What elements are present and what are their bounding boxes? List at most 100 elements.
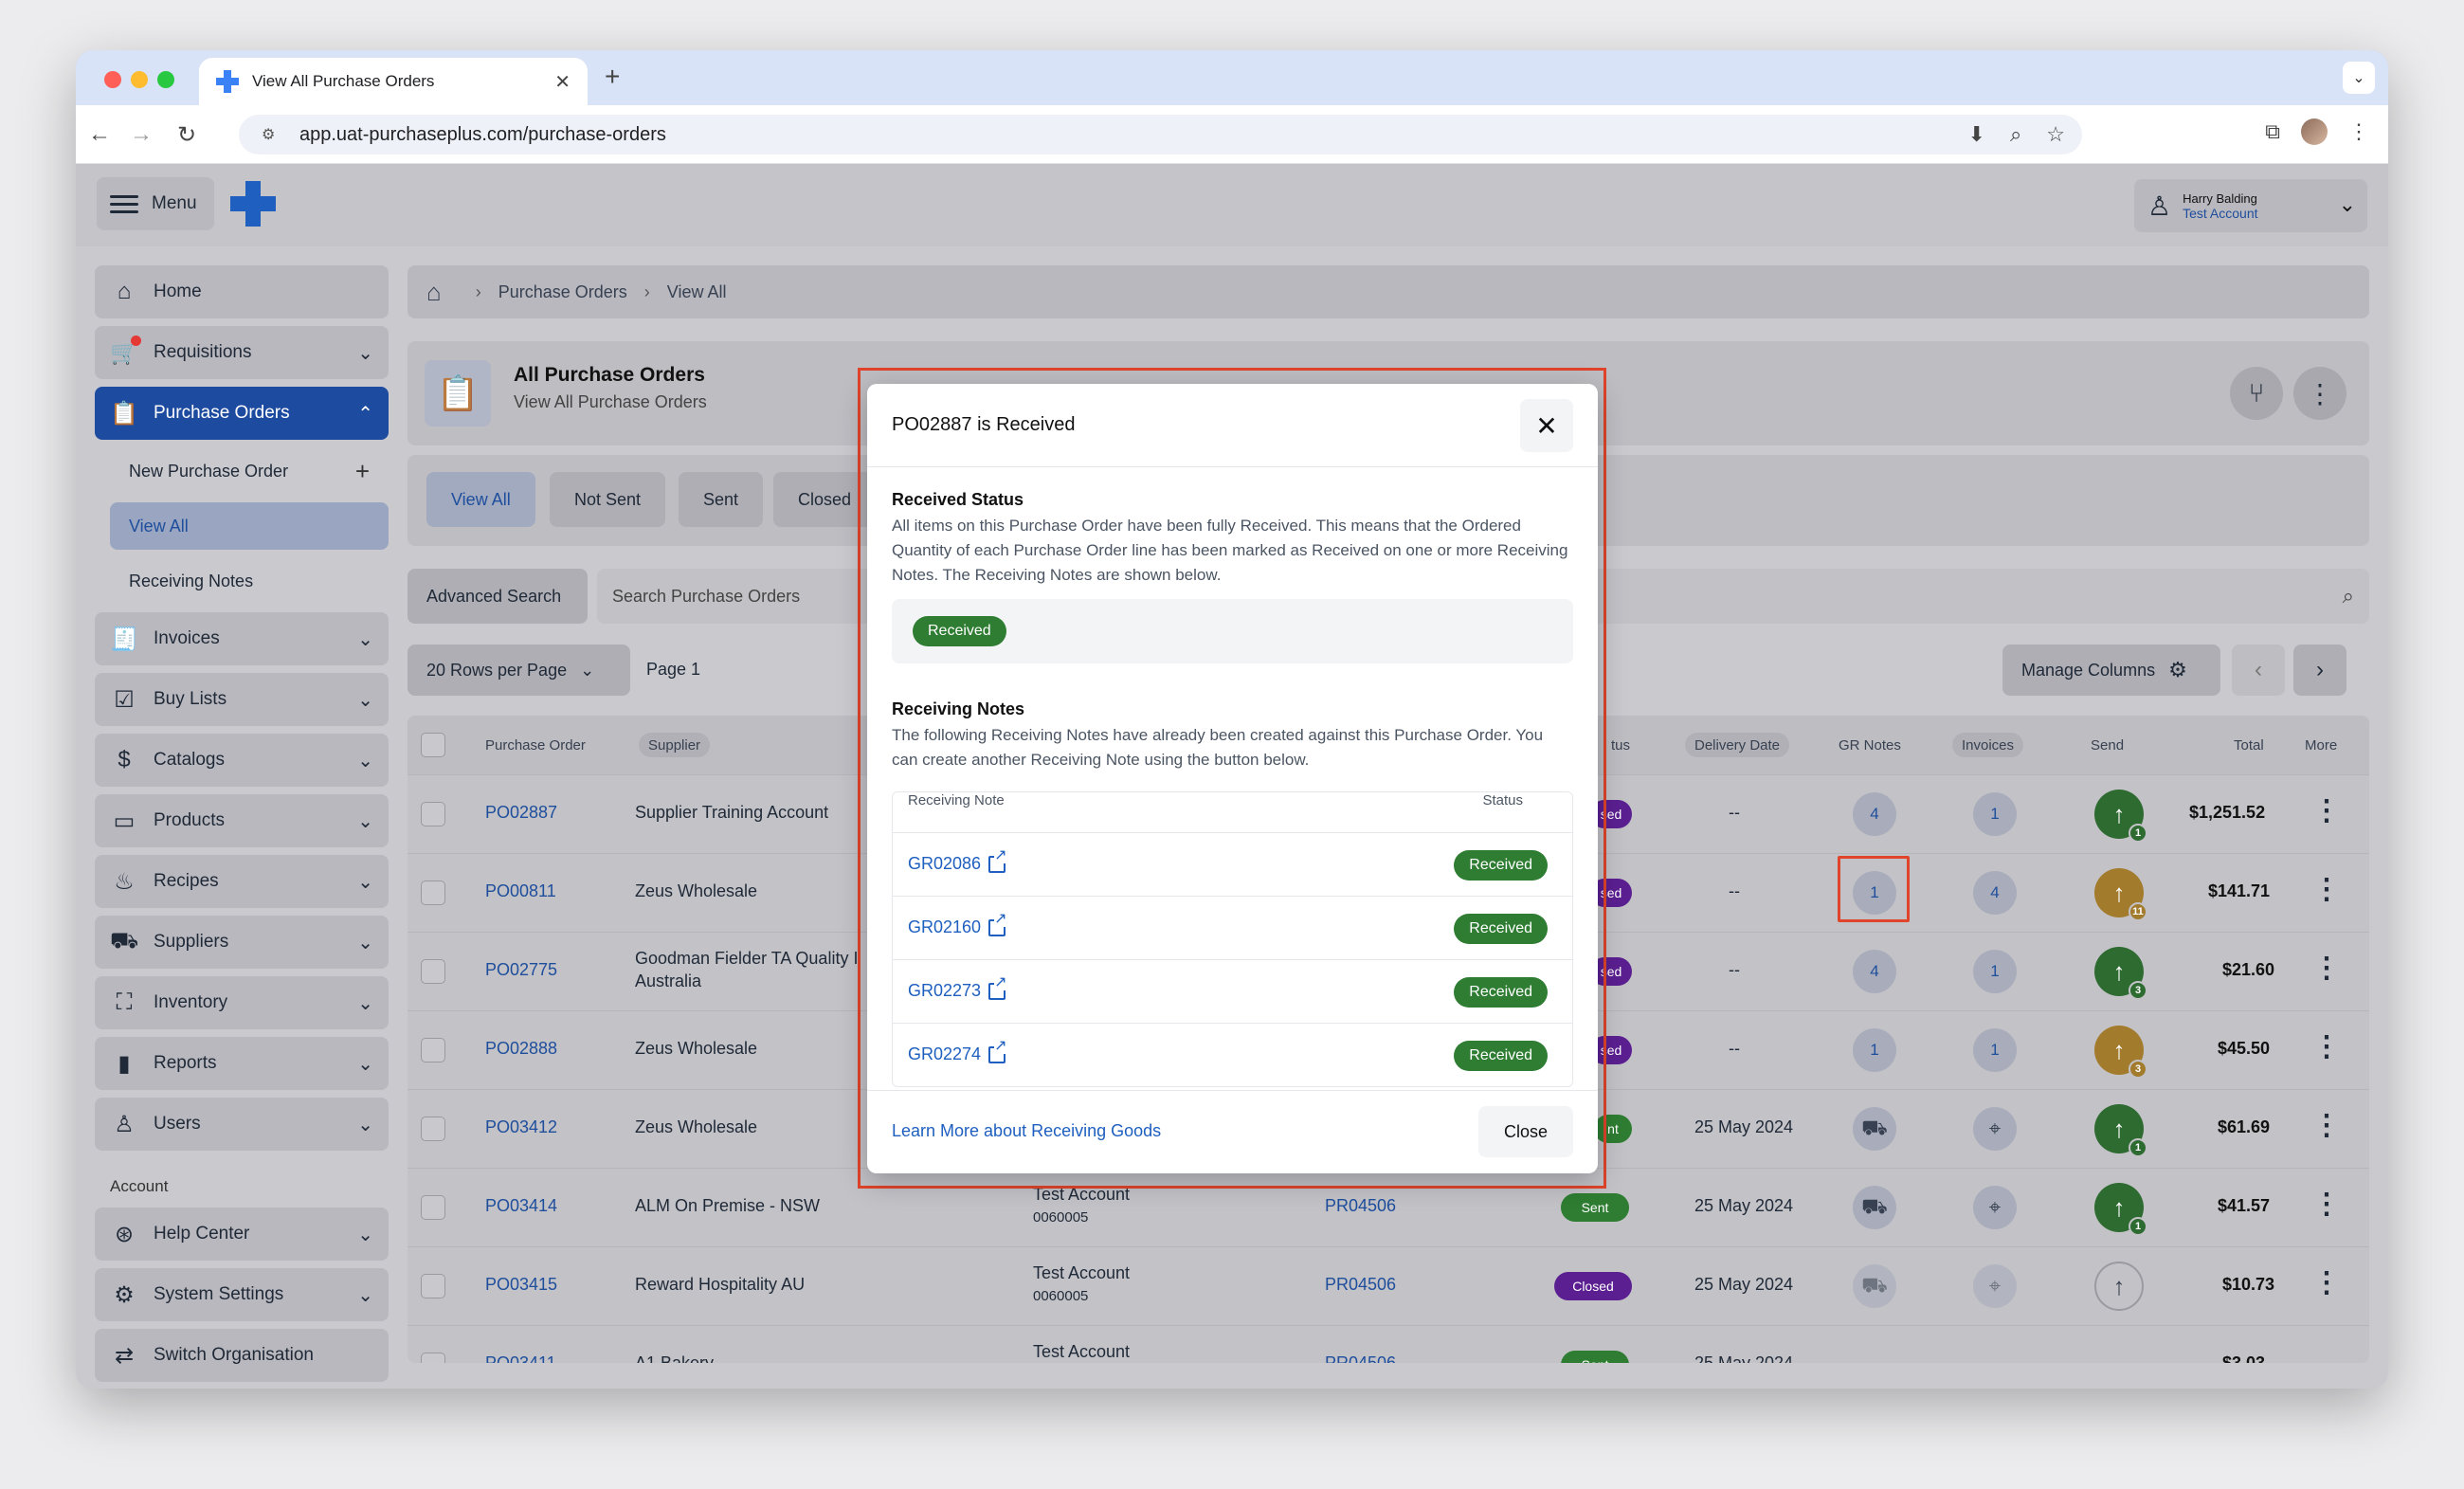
col-supplier[interactable]: Supplier [639,733,711,757]
close-button[interactable]: Close [1478,1106,1573,1157]
send-status-icon[interactable]: ↑ 1 [2094,790,2147,843]
row-checkbox[interactable] [421,1195,445,1220]
invoices-count[interactable]: 1 [1973,792,2017,836]
install-app-icon[interactable]: ⬇ [1968,122,1985,147]
send-status-icon[interactable]: ↑ 11 [2094,868,2147,921]
browser-menu-icon[interactable]: ⋮ [2348,119,2369,144]
back-icon[interactable]: ← [83,118,116,151]
receiving-note-link[interactable]: GR02273 [908,974,1007,1001]
requisition-link[interactable]: PR04506 [1325,1196,1396,1216]
col-delivery-date[interactable]: Delivery Date [1685,733,1790,757]
row-checkbox[interactable] [421,881,445,905]
tab-close-icon[interactable]: ✕ [554,70,571,94]
row-checkbox[interactable] [421,959,445,984]
sidebar-item-products[interactable]: ▭ Products ⌄ [95,794,389,847]
col-invoices[interactable]: Invoices [1952,733,2024,757]
row-checkbox[interactable] [421,1274,445,1298]
row-more-icon[interactable]: ⋮ [2312,952,2341,985]
po-link[interactable]: PO03414 [485,1196,557,1216]
zoom-icon[interactable]: ⌕ [2010,122,2021,147]
row-checkbox[interactable] [421,1038,445,1062]
send-status-icon[interactable]: ↑ 1 [2094,1104,2147,1157]
rows-per-page-select[interactable]: 20 Rows per Page ⌄ [408,645,630,696]
sidebar-item-switch-organisation[interactable]: ⇄ Switch Organisation [95,1329,389,1382]
extensions-icon[interactable]: ⧉ [2265,119,2280,144]
truck-icon[interactable]: ⛟ [1853,1264,1896,1308]
invoices-count[interactable]: 1 [1973,950,2017,993]
close-icon[interactable]: ✕ [1520,399,1573,452]
invoices-count[interactable]: 4 [1973,871,2017,915]
row-checkbox[interactable] [421,1353,445,1363]
select-all-checkbox[interactable] [421,733,445,757]
col-total[interactable]: Total [2224,733,2274,757]
receiving-note-link[interactable]: GR02160 [908,911,1007,937]
col-more[interactable]: More [2295,733,2346,757]
sidebar-item-catalogs[interactable]: $ Catalogs ⌄ [95,734,389,787]
search-icon[interactable]: ⌕ [2343,584,2354,608]
po-link[interactable]: PO03415 [485,1275,557,1295]
breadcrumb-view-all[interactable]: View All [667,282,727,302]
row-more-icon[interactable]: ⋮ [2312,1188,2341,1221]
breadcrumb-purchase-orders[interactable]: Purchase Orders [498,282,627,302]
col-gr-notes[interactable]: GR Notes [1829,733,1911,757]
sidebar-item-purchase-orders[interactable]: 📋 Purchase Orders ⌃ [95,387,389,440]
sidebar-item-recipes[interactable]: ♨ Recipes ⌄ [95,855,389,908]
row-more-icon[interactable]: ⋮ [2312,1109,2341,1142]
table-row[interactable]: PO03415 Reward Hospitality AU Test Accou… [408,1246,2369,1325]
home-icon[interactable]: ⌂ [426,278,442,307]
menu-button[interactable]: Menu [97,177,214,230]
po-link[interactable]: PO00811 [485,881,556,901]
invoices-count[interactable]: 1 [1973,1028,2017,1072]
sidebar-item-buy-lists[interactable]: ☑ Buy Lists ⌄ [95,673,389,726]
po-link[interactable]: PO03411 [485,1353,556,1363]
send-status-icon[interactable]: ↑ [2094,1262,2144,1311]
site-info-icon[interactable]: ⚙ [262,125,282,144]
gr-notes-count[interactable]: 1 [1853,1028,1896,1072]
minimize-window-button[interactable] [131,71,148,88]
gr-notes-count[interactable]: 4 [1853,950,1896,993]
receiving-note-link[interactable]: GR02274 [908,1038,1007,1064]
tab-view-all[interactable]: View All [426,472,535,527]
close-window-button[interactable] [104,71,121,88]
forward-icon[interactable]: → [125,118,157,151]
address-bar[interactable]: ⚙ app.uat-purchaseplus.com/purchase-orde… [239,115,2082,154]
row-checkbox[interactable] [421,1117,445,1141]
tab-not-sent[interactable]: Not Sent [550,472,666,527]
sidebar-sub-receiving-notes[interactable]: Receiving Notes [95,557,389,605]
maximize-window-button[interactable] [157,71,174,88]
col-status[interactable]: tus [1602,733,1640,757]
bookmark-star-icon[interactable]: ☆ [2046,122,2065,147]
po-link[interactable]: PO02888 [485,1039,557,1059]
sidebar-item-suppliers[interactable]: ⛟ Suppliers ⌄ [95,916,389,969]
sidebar-item-home[interactable]: ⌂ Home [95,265,389,318]
reload-icon[interactable]: ↻ [171,118,203,151]
po-link[interactable]: PO03412 [485,1117,557,1137]
send-status-icon[interactable]: ↑ 3 [2094,947,2147,1000]
sidebar-item-invoices[interactable]: 🧾 Invoices ⌄ [95,612,389,665]
row-more-icon[interactable]: ⋮ [2312,873,2341,906]
target-icon[interactable]: ⌖ [1973,1107,2017,1151]
col-purchase-order[interactable]: Purchase Order [476,733,595,757]
manage-columns-button[interactable]: Manage Columns ⚙ [2002,645,2220,696]
tab-sent[interactable]: Sent [679,472,764,527]
row-more-icon[interactable]: ⋮ [2312,1266,2341,1299]
row-more-icon[interactable]: ⋮ [2312,1030,2341,1063]
sidebar-sub-new-purchase-order[interactable]: New Purchase Order + [95,447,389,495]
truck-icon[interactable]: ⛟ [1853,1107,1896,1151]
purchaseplus-logo[interactable] [230,181,276,227]
target-icon[interactable]: ⌖ [1973,1186,2017,1229]
user-menu[interactable]: ♙ Harry Balding Test Account ⌄ [2134,179,2367,232]
profile-avatar[interactable] [2301,118,2328,145]
send-status-icon[interactable]: ↑ 1 [2094,1183,2147,1236]
gr-notes-count[interactable]: 4 [1853,792,1896,836]
previous-page-button[interactable]: ‹ [2232,645,2285,696]
advanced-search-button[interactable]: Advanced Search [408,569,588,624]
po-link[interactable]: PO02887 [485,803,557,823]
flow-icon[interactable]: ⑂ [2230,367,2283,420]
requisition-link[interactable]: PR04506 [1325,1353,1396,1363]
col-send[interactable]: Send [2081,733,2133,757]
row-more-icon[interactable]: ⋮ [2312,794,2341,827]
po-link[interactable]: PO02775 [485,960,557,980]
sidebar-item-help-center[interactable]: ⊛ Help Center ⌄ [95,1208,389,1261]
sidebar-item-system-settings[interactable]: ⚙ System Settings ⌄ [95,1268,389,1321]
